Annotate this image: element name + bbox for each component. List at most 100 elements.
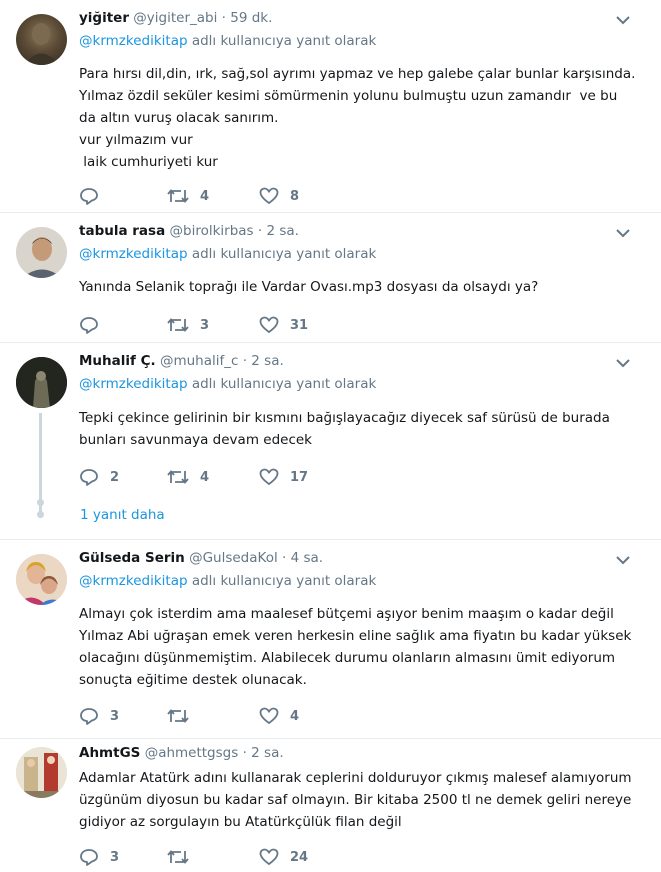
avatar[interactable] bbox=[16, 14, 67, 65]
retweet-button[interactable]: 4 bbox=[167, 467, 209, 487]
tweet[interactable]: yiğiter @yigiter_abi · 59 dk. @krmzkedik… bbox=[0, 0, 661, 213]
tweet-text: Adamlar Atatürk adını kullanarak cepleri… bbox=[79, 767, 639, 833]
like-button[interactable]: 24 bbox=[259, 847, 308, 867]
text-line: Adamlar Atatürk adını kullanarak cepleri… bbox=[79, 770, 632, 786]
mention-link[interactable]: @krmzkedikitap bbox=[79, 573, 188, 589]
like-count: 4 bbox=[290, 708, 300, 724]
author-handle[interactable]: @GulsedaKol bbox=[189, 550, 278, 566]
reply-button[interactable] bbox=[79, 315, 110, 335]
timestamp[interactable]: 59 dk. bbox=[230, 10, 272, 26]
reply-icon bbox=[80, 188, 98, 205]
author-name[interactable]: Gülseda Serin bbox=[79, 550, 185, 566]
avatar[interactable] bbox=[16, 227, 67, 278]
reply-context: @krmzkedikitap adlı kullanıcıya yanıt ol… bbox=[79, 573, 376, 589]
tweet-header: Muhalif Ç. @muhalif_c · 2 sa. bbox=[79, 353, 284, 369]
reply-icon bbox=[80, 849, 98, 866]
chevron-down-icon[interactable] bbox=[615, 357, 631, 369]
author-handle[interactable]: @birolkirbas bbox=[170, 223, 254, 239]
chevron-down-icon[interactable] bbox=[615, 227, 631, 239]
mention-link[interactable]: @krmzkedikitap bbox=[79, 376, 188, 392]
reply-button[interactable]: 3 bbox=[79, 847, 119, 867]
like-button[interactable]: 17 bbox=[259, 467, 308, 487]
reply-count: 3 bbox=[110, 708, 120, 724]
reply-context-label: adlı kullanıcıya yanıt olarak bbox=[191, 573, 377, 589]
tweet[interactable]: tabula rasa @birolkirbas · 2 sa. @krmzke… bbox=[0, 213, 661, 343]
reply-icon bbox=[80, 708, 98, 725]
reply-context-label: adlı kullanıcıya yanıt olarak bbox=[191, 376, 377, 392]
avatar[interactable] bbox=[16, 357, 67, 408]
reply-context-label: adlı kullanıcıya yanıt olarak bbox=[191, 246, 377, 262]
retweet-icon bbox=[167, 189, 189, 203]
retweet-count: 4 bbox=[200, 469, 210, 485]
tweet-text: Almayı çok isterdim ama maalesef bütçemi… bbox=[79, 603, 639, 691]
retweet-count: 3 bbox=[200, 317, 210, 333]
mention-link[interactable]: @krmzkedikitap bbox=[79, 33, 188, 49]
avatar[interactable] bbox=[16, 747, 67, 798]
separator: · bbox=[221, 10, 226, 26]
tweet-text: Yanında Selanik toprağı ile Vardar Ovası… bbox=[79, 276, 639, 298]
author-handle[interactable]: @yigiter_abi bbox=[133, 10, 217, 26]
text-line: üzgünüm diyosun bu kadar saf olmayın. Bi… bbox=[79, 792, 632, 808]
heart-icon bbox=[259, 468, 279, 486]
author-name[interactable]: AhmtGS bbox=[79, 745, 140, 761]
tweet-header: AhmtGS @ahmettgsgs · 2 sa. bbox=[79, 745, 284, 761]
like-button[interactable]: 31 bbox=[259, 315, 308, 335]
reply-button[interactable]: 2 bbox=[79, 467, 119, 487]
mention-link[interactable]: @krmzkedikitap bbox=[79, 246, 188, 262]
text-line: olacağını düşünmemiştim. Alabilecek duru… bbox=[79, 650, 616, 666]
author-handle[interactable]: @muhalif_c bbox=[160, 353, 238, 369]
tweet[interactable]: Gülseda Serin @GulsedaKol · 4 sa. @krmzk… bbox=[0, 540, 661, 739]
reply-context: @krmzkedikitap adlı kullanıcıya yanıt ol… bbox=[79, 33, 376, 49]
tweet-header: Gülseda Serin @GulsedaKol · 4 sa. bbox=[79, 550, 323, 566]
reply-button[interactable]: 3 bbox=[79, 706, 119, 726]
author-handle[interactable]: @ahmettgsgs bbox=[145, 745, 239, 761]
retweet-icon bbox=[167, 850, 189, 864]
retweet-button[interactable] bbox=[167, 706, 200, 726]
tweet[interactable]: AhmtGS @ahmettgsgs · 2 sa. Adamlar Atatü… bbox=[0, 739, 661, 872]
reply-context-label: adlı kullanıcıya yanıt olarak bbox=[191, 33, 377, 49]
reply-context: @krmzkedikitap adlı kullanıcıya yanıt ol… bbox=[79, 376, 376, 392]
text-line: Almayı çok isterdim ama maalesef bütçemi… bbox=[79, 606, 614, 622]
tweet-header: tabula rasa @birolkirbas · 2 sa. bbox=[79, 223, 299, 239]
like-button[interactable]: 8 bbox=[259, 186, 299, 206]
action-bar: 2 4 17 bbox=[79, 467, 479, 487]
like-count: 24 bbox=[290, 849, 309, 865]
timestamp[interactable]: 4 sa. bbox=[291, 550, 323, 566]
text-line: Yılmaz Abi uğraşan emek veren herkesin e… bbox=[79, 628, 632, 644]
reply-context: @krmzkedikitap adlı kullanıcıya yanıt ol… bbox=[79, 246, 376, 262]
chevron-down-icon[interactable] bbox=[615, 554, 631, 566]
like-count: 31 bbox=[290, 317, 309, 333]
text-line: Para hırsı dil,din, ırk, sağ,sol ayrımı … bbox=[79, 66, 636, 82]
heart-icon bbox=[259, 316, 279, 334]
timestamp[interactable]: 2 sa. bbox=[266, 223, 298, 239]
retweet-button[interactable]: 3 bbox=[167, 315, 209, 335]
thread-dot bbox=[37, 499, 44, 506]
chevron-down-icon[interactable] bbox=[615, 14, 631, 26]
retweet-count: 4 bbox=[200, 188, 210, 204]
text-line: Yanında Selanik toprağı ile Vardar Ovası… bbox=[79, 279, 539, 295]
author-name[interactable]: tabula rasa bbox=[79, 223, 165, 239]
tweet-text: Para hırsı dil,din, ırk, sağ,sol ayrımı … bbox=[79, 63, 639, 173]
text-line: gidiyor az sorgulayın bu Atatürkçülük fi… bbox=[79, 814, 402, 830]
action-bar: 3 4 bbox=[79, 706, 479, 726]
reply-count: 2 bbox=[110, 469, 120, 485]
retweet-button[interactable] bbox=[167, 847, 200, 867]
retweet-button[interactable]: 4 bbox=[167, 186, 209, 206]
heart-icon bbox=[259, 707, 279, 725]
text-line: Tepki çekince gelirinin bir kısmını bağı… bbox=[79, 410, 610, 426]
retweet-icon bbox=[167, 318, 189, 332]
text-line: vur yılmazım vur bbox=[79, 132, 193, 148]
tweet[interactable]: Muhalif Ç. @muhalif_c · 2 sa. @krmzkedik… bbox=[0, 343, 661, 540]
like-count: 17 bbox=[290, 469, 309, 485]
author-name[interactable]: Muhalif Ç. bbox=[79, 353, 156, 369]
timestamp[interactable]: 2 sa. bbox=[251, 353, 283, 369]
text-line: bunları savunmaya devam edecek bbox=[79, 432, 312, 448]
timestamp[interactable]: 2 sa. bbox=[251, 745, 283, 761]
reply-button[interactable] bbox=[79, 186, 110, 206]
like-button[interactable]: 4 bbox=[259, 706, 299, 726]
avatar[interactable] bbox=[16, 554, 67, 605]
retweet-icon bbox=[167, 470, 189, 484]
author-name[interactable]: yiğiter bbox=[79, 10, 129, 26]
show-more-replies-link[interactable]: 1 yanıt daha bbox=[80, 507, 165, 523]
action-bar: 3 24 bbox=[79, 847, 479, 867]
